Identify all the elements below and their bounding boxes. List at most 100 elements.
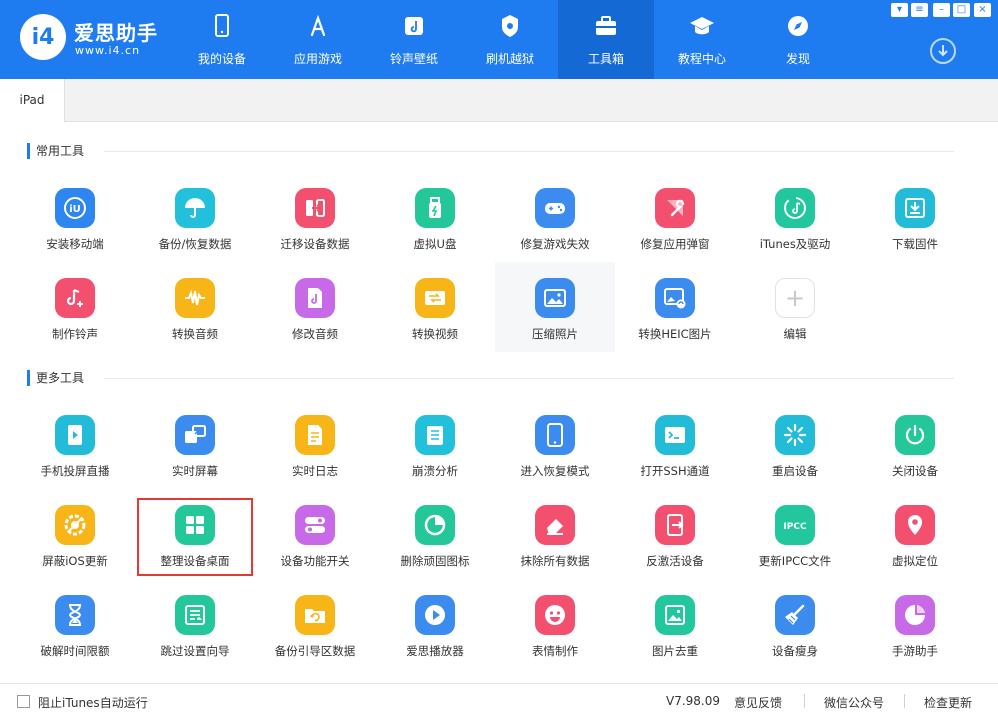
menu-button[interactable]: ≡ bbox=[911, 3, 928, 17]
status-bar: 阻止iTunes自动运行 V7.98.09 意见反馈 微信公众号 检查更新 bbox=[0, 683, 998, 719]
divider bbox=[904, 694, 905, 708]
skin-button[interactable]: ▾ bbox=[891, 3, 908, 17]
nav-flash-jailbreak[interactable]: 刷机越狱 bbox=[462, 0, 558, 79]
tool-edit[interactable]: + 编辑 bbox=[735, 266, 855, 356]
tool-itunes-driver[interactable]: iTunes及驱动 bbox=[735, 176, 855, 266]
tool-label: 删除顽固图标 bbox=[400, 554, 470, 568]
tool-erase-all-data[interactable]: 抹除所有数据 bbox=[495, 493, 615, 583]
app-name: 爱思助手 bbox=[74, 21, 158, 45]
maximize-icon: □ bbox=[956, 4, 967, 15]
tool-label: 反激活设备 bbox=[646, 554, 704, 568]
i4-app-icon: iU bbox=[55, 188, 95, 228]
minimize-button[interactable]: – bbox=[933, 3, 950, 17]
tool-convert-heic[interactable]: 转换HEIC图片 bbox=[615, 266, 735, 356]
game-assistant-icon bbox=[895, 595, 935, 635]
tab-ipad[interactable]: iPad bbox=[0, 79, 65, 122]
tool-i4-player[interactable]: 爱思播放器 bbox=[375, 583, 495, 673]
tool-virtual-usb[interactable]: 虚拟U盘 bbox=[375, 176, 495, 266]
tool-label: 抹除所有数据 bbox=[520, 554, 590, 568]
download-manager-button[interactable] bbox=[930, 38, 956, 64]
nav-apps-games[interactable]: 应用游戏 bbox=[270, 0, 366, 79]
tool-label: 崩溃分析 bbox=[412, 464, 458, 478]
tool-restart-device[interactable]: 重启设备 bbox=[735, 403, 855, 493]
download-icon bbox=[938, 45, 948, 57]
tool-photo-dedupe[interactable]: 图片去重 bbox=[615, 583, 735, 673]
tool-device-slimming[interactable]: 设备瘦身 bbox=[735, 583, 855, 673]
broom-icon bbox=[775, 595, 815, 635]
tool-realtime-screen[interactable]: 实时屏幕 bbox=[135, 403, 255, 493]
tool-install-mobile[interactable]: iU 安装移动端 bbox=[15, 176, 135, 266]
block-itunes-checkbox[interactable] bbox=[17, 695, 30, 708]
shirt-icon: ▾ bbox=[896, 4, 903, 15]
recovery-mode-icon bbox=[535, 415, 575, 455]
nav-ringtones-wallpapers[interactable]: 铃声壁纸 bbox=[366, 0, 462, 79]
tool-recovery-mode[interactable]: 进入恢复模式 bbox=[495, 403, 615, 493]
tool-label: 修复游戏失效 bbox=[520, 237, 590, 251]
tool-screen-mirror[interactable]: 手机投屏直播 bbox=[15, 403, 135, 493]
tool-label: 关闭设备 bbox=[892, 464, 938, 478]
tool-crash-analysis[interactable]: 崩溃分析 bbox=[375, 403, 495, 493]
maximize-button[interactable]: □ bbox=[953, 3, 970, 17]
svg-text:IPCC: IPCC bbox=[783, 522, 807, 532]
nav-toolbox[interactable]: 工具箱 bbox=[558, 0, 654, 79]
log-icon bbox=[295, 415, 335, 455]
ssh-icon bbox=[655, 415, 695, 455]
close-icon: × bbox=[978, 4, 987, 15]
divider bbox=[104, 378, 954, 379]
wrench-icon bbox=[655, 188, 695, 228]
tool-backup-bootloader[interactable]: 备份引导区数据 bbox=[255, 583, 375, 673]
tool-label: 手机投屏直播 bbox=[40, 464, 110, 478]
tool-block-ios-update[interactable]: 屏蔽iOS更新 bbox=[15, 493, 135, 583]
nav-tutorials[interactable]: 教程中心 bbox=[654, 0, 750, 79]
close-button[interactable]: × bbox=[974, 3, 991, 17]
tool-make-ringtone[interactable]: 制作铃声 bbox=[15, 266, 135, 356]
heic-icon bbox=[655, 278, 695, 318]
feedback-link[interactable]: 意见反馈 bbox=[734, 694, 782, 711]
tool-label: 实时屏幕 bbox=[172, 464, 218, 478]
tool-label: 转换视频 bbox=[412, 327, 458, 341]
tool-download-firmware[interactable]: 下载固件 bbox=[855, 176, 975, 266]
wechat-link[interactable]: 微信公众号 bbox=[824, 694, 884, 711]
nav-discover[interactable]: 发现 bbox=[750, 0, 846, 79]
tool-fix-app-popup[interactable]: 修复应用弹窗 bbox=[615, 176, 735, 266]
itunes-icon bbox=[775, 188, 815, 228]
tool-backup-restore[interactable]: 备份/恢复数据 bbox=[135, 176, 255, 266]
block-itunes-label[interactable]: 阻止iTunes自动运行 bbox=[38, 694, 148, 711]
nav-label: 铃声壁纸 bbox=[389, 52, 438, 66]
deactivate-icon bbox=[655, 505, 695, 545]
check-update-link[interactable]: 检查更新 bbox=[924, 694, 972, 711]
version-text: V7.98.09 bbox=[666, 694, 721, 708]
tool-convert-audio[interactable]: 转换音频 bbox=[135, 266, 255, 356]
tool-shutdown-device[interactable]: 关闭设备 bbox=[855, 403, 975, 493]
tool-delete-stubborn-icon[interactable]: 删除顽固图标 bbox=[375, 493, 495, 583]
tool-label: 表情制作 bbox=[532, 644, 578, 658]
tool-feature-switches[interactable]: 设备功能开关 bbox=[255, 493, 375, 583]
tool-convert-video[interactable]: 转换视频 bbox=[375, 266, 495, 356]
tool-open-ssh[interactable]: 打开SSH通道 bbox=[615, 403, 735, 493]
tool-label: 压缩照片 bbox=[532, 327, 578, 341]
tool-skip-setup[interactable]: 跳过设置向导 bbox=[135, 583, 255, 673]
tool-label: 编辑 bbox=[783, 327, 807, 341]
block-update-icon bbox=[55, 505, 95, 545]
tool-update-ipcc[interactable]: IPCC 更新IPCC文件 bbox=[735, 493, 855, 583]
toolbox-icon bbox=[596, 16, 616, 35]
tool-migrate-data[interactable]: 迁移设备数据 bbox=[255, 176, 375, 266]
realtime-screen-icon bbox=[175, 415, 215, 455]
tool-edit-audio[interactable]: 修改音频 bbox=[255, 266, 375, 356]
eraser-icon bbox=[535, 505, 575, 545]
dedupe-photo-icon bbox=[655, 595, 695, 635]
download-firmware-icon bbox=[895, 188, 935, 228]
tool-fix-game[interactable]: 修复游戏失效 bbox=[495, 176, 615, 266]
tool-label: 跳过设置向导 bbox=[160, 644, 230, 658]
tool-label: 设备瘦身 bbox=[772, 644, 818, 658]
tool-compress-photo[interactable]: 压缩照片 bbox=[495, 262, 615, 352]
tool-break-time-limit[interactable]: 破解时间限额 bbox=[15, 583, 135, 673]
tool-game-assistant[interactable]: 手游助手 bbox=[855, 583, 975, 673]
nav-my-device[interactable]: 我的设备 bbox=[174, 0, 270, 79]
tool-emoji-maker[interactable]: 表情制作 bbox=[495, 583, 615, 673]
tool-label: 虚拟U盘 bbox=[413, 237, 457, 251]
tool-realtime-log[interactable]: 实时日志 bbox=[255, 403, 375, 493]
tool-virtual-location[interactable]: 虚拟定位 bbox=[855, 493, 975, 583]
tool-deactivate-device[interactable]: 反激活设备 bbox=[615, 493, 735, 583]
tool-label: 修复应用弹窗 bbox=[640, 237, 710, 251]
